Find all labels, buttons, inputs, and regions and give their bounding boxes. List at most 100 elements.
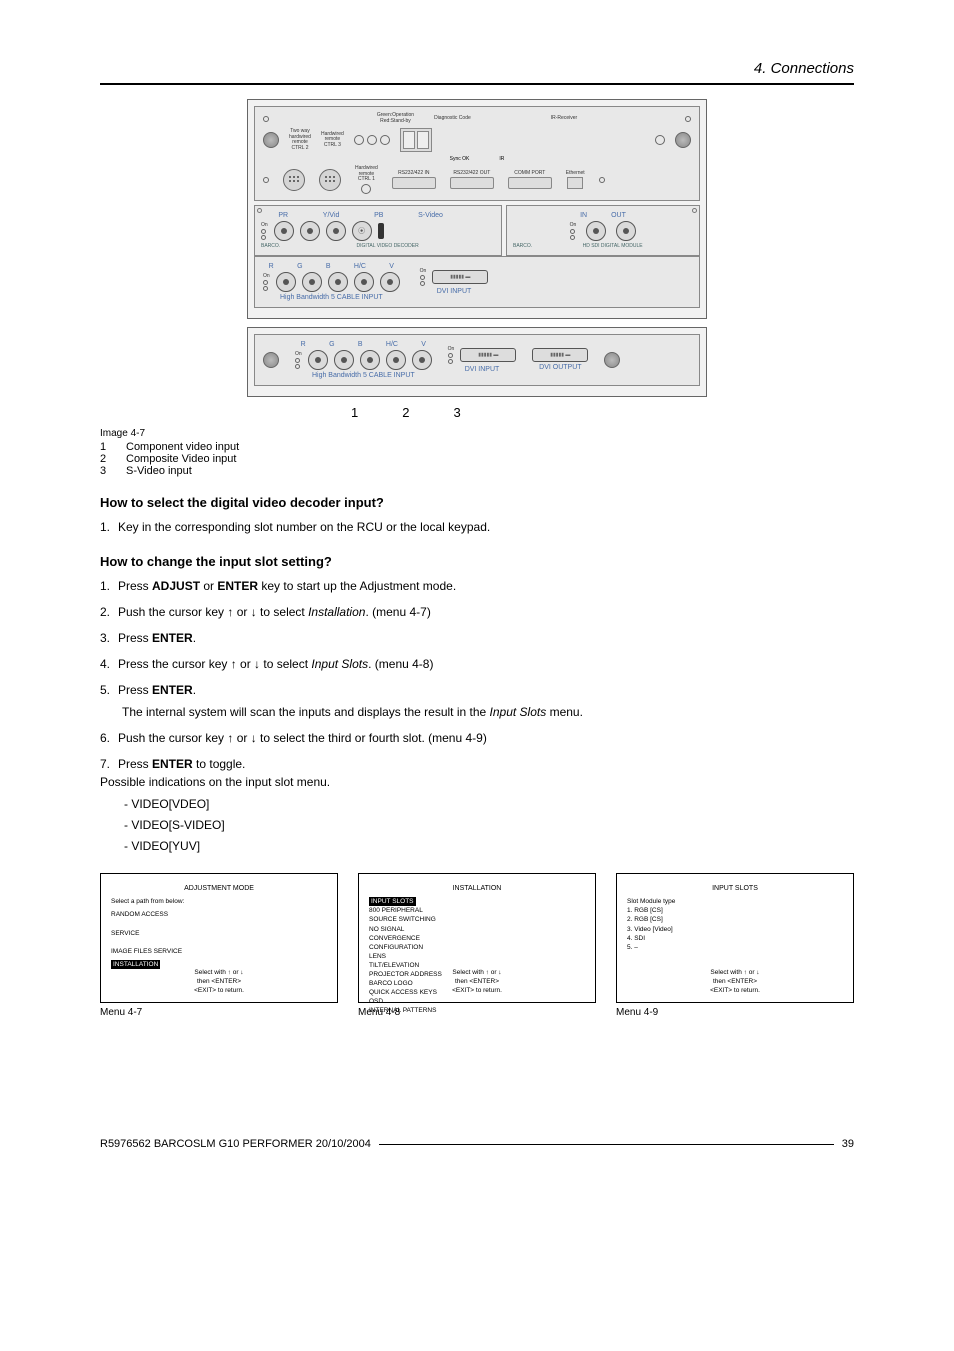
ctrl2-label: Two way hardwired remote CTRL 2 <box>289 129 311 151</box>
bnc-v-icon <box>380 272 400 292</box>
r-label: R <box>301 341 306 348</box>
on-switch: On <box>261 222 268 240</box>
callout-1: 1 <box>351 405 358 420</box>
svideo-port-icon: ⦿ <box>352 221 372 241</box>
step-note: The internal system will scan the inputs… <box>122 703 854 721</box>
option-list: VIDEO[VDEO] VIDEO[S-VIDEO] VIDEO[YUV] <box>138 795 854 855</box>
jack-icon <box>361 184 371 194</box>
screw-icon <box>675 132 691 148</box>
step-subtext: Possible indications on the input slot m… <box>100 773 854 791</box>
step: 3.Press ENTER. <box>100 629 854 647</box>
on-switch: On <box>263 273 270 291</box>
step: 2.Push the cursor key ↑ or ↓ to select I… <box>100 603 854 621</box>
5cable-title: High Bandwidth 5 CABLE INPUT <box>295 372 432 379</box>
chapter-title: 4. Connections <box>100 60 854 77</box>
on-switch: On <box>420 268 427 286</box>
rs232-out-label: RS232/422 OUT <box>453 171 490 177</box>
comm-label: COMM PORT <box>514 171 545 177</box>
connector-diagram: Green:Operation Red:Stand-by Diagnostic … <box>247 99 707 420</box>
led-label: Green:Operation Red:Stand-by <box>377 113 414 124</box>
step: 6.Push the cursor key ↑ or ↓ to select t… <box>100 729 854 747</box>
diag-display <box>400 128 432 152</box>
dvi-out-title: DVI OUTPUT <box>532 364 588 371</box>
step: 1.Key in the corresponding slot number o… <box>100 518 854 536</box>
sdi-title: HD SDI DIGITAL MODULE <box>583 243 643 249</box>
header-rule <box>100 83 854 85</box>
sdi-in-label: IN <box>580 212 587 219</box>
v-label: V <box>389 263 394 270</box>
b-label: B <box>358 341 363 348</box>
ctrl1-label: Hardwired remote CTRL 1 <box>355 166 378 183</box>
bnc-b-icon <box>328 272 348 292</box>
rs232-in-label: RS232/422 IN <box>398 171 429 177</box>
screw-icon <box>604 352 620 368</box>
doc-id: R5976562 BARCOSLM G10 PERFORMER 20/10/20… <box>100 1138 371 1150</box>
din-connector-icon <box>283 169 305 191</box>
bnc-g-icon <box>302 272 322 292</box>
callout-legend: 1Component video input 2Composite Video … <box>100 441 854 477</box>
yvid-label: Y/Vid <box>323 212 340 219</box>
callout-numbers: 1 2 3 <box>247 405 707 420</box>
hc-label: H/C <box>386 341 398 348</box>
menu-caption: Menu 4-7 <box>100 1007 338 1018</box>
diag-label: Diagnostic Code <box>434 116 471 122</box>
dvi-port-icon: ▮▮▮▮▮ ▬ <box>532 348 588 362</box>
db9-port-icon <box>450 177 494 189</box>
menu-4-8: INSTALLATION INPUT SLOTS 800 PERIPHERAL … <box>358 873 596 1003</box>
db9-port-icon <box>392 177 436 189</box>
brand-label: BARCO. <box>261 243 280 249</box>
svideo-label: S-Video <box>418 212 443 219</box>
b-label: B <box>326 263 331 270</box>
din-connector-icon <box>319 169 341 191</box>
eth-label: Ethernet <box>566 171 585 177</box>
on-switch: On <box>570 222 577 240</box>
screw-icon <box>263 352 279 368</box>
step: 1.Press ADJUST or ENTER key to start up … <box>100 577 854 595</box>
ctrl3-label: Hardwired remote CTRL 3 <box>321 132 344 149</box>
callout-2: 2 <box>402 405 409 420</box>
sync-label: Sync OK <box>450 156 470 162</box>
r-label: R <box>269 263 274 270</box>
db9-port-icon <box>508 177 552 189</box>
panel-dot <box>263 177 269 183</box>
hc-label: H/C <box>354 263 366 270</box>
panel-dot <box>599 177 605 183</box>
bnc-hc-icon <box>354 272 374 292</box>
bnc-g-icon <box>334 350 354 370</box>
term-icon <box>378 223 384 239</box>
g-label: G <box>297 263 302 270</box>
menu-screenshots: ADJUSTMENT MODE Select a path from below… <box>100 873 854 1018</box>
bnc-r-icon <box>276 272 296 292</box>
bnc-r-icon <box>308 350 328 370</box>
section1-heading: How to select the digital video decoder … <box>100 495 854 510</box>
dvi-in-title: DVI INPUT <box>420 288 489 295</box>
step: 4.Press the cursor key ↑ or ↓ to select … <box>100 655 854 673</box>
bnc-yvid-icon <box>300 221 320 241</box>
status-led-icon <box>380 135 390 145</box>
menu-4-9: INPUT SLOTS Slot Module type 1. RGB [CS]… <box>616 873 854 1003</box>
status-led-icon <box>354 135 364 145</box>
image-caption: Image 4-7 <box>100 428 854 439</box>
on-switch: On <box>295 351 302 369</box>
menu-caption: Menu 4-9 <box>616 1007 854 1018</box>
ir-label: IR-Receiver <box>551 116 577 122</box>
pr-label: PR <box>278 212 288 219</box>
brand-label: BARCO. <box>513 243 532 249</box>
page-number: 39 <box>842 1138 854 1150</box>
5cable-title: High Bandwidth 5 CABLE INPUT <box>263 294 400 301</box>
sdi-out-icon <box>616 221 636 241</box>
v-label: V <box>421 341 426 348</box>
step: 7.Press ENTER to toggle. Possible indica… <box>100 755 854 855</box>
on-switch: On <box>448 346 455 364</box>
sdi-in-icon <box>586 221 606 241</box>
bnc-b-icon <box>360 350 380 370</box>
bnc-v-icon <box>412 350 432 370</box>
ethernet-port-icon <box>567 177 583 189</box>
dvi-port-icon: ▮▮▮▮▮ ▬ <box>432 270 488 284</box>
callout-3: 3 <box>453 405 460 420</box>
step: 5.Press ENTER. The internal system will … <box>100 681 854 721</box>
page-footer: R5976562 BARCOSLM G10 PERFORMER 20/10/20… <box>100 1138 854 1150</box>
g-label: G <box>329 341 334 348</box>
pb-label: PB <box>374 212 383 219</box>
ir-small-label: IR <box>499 156 504 162</box>
